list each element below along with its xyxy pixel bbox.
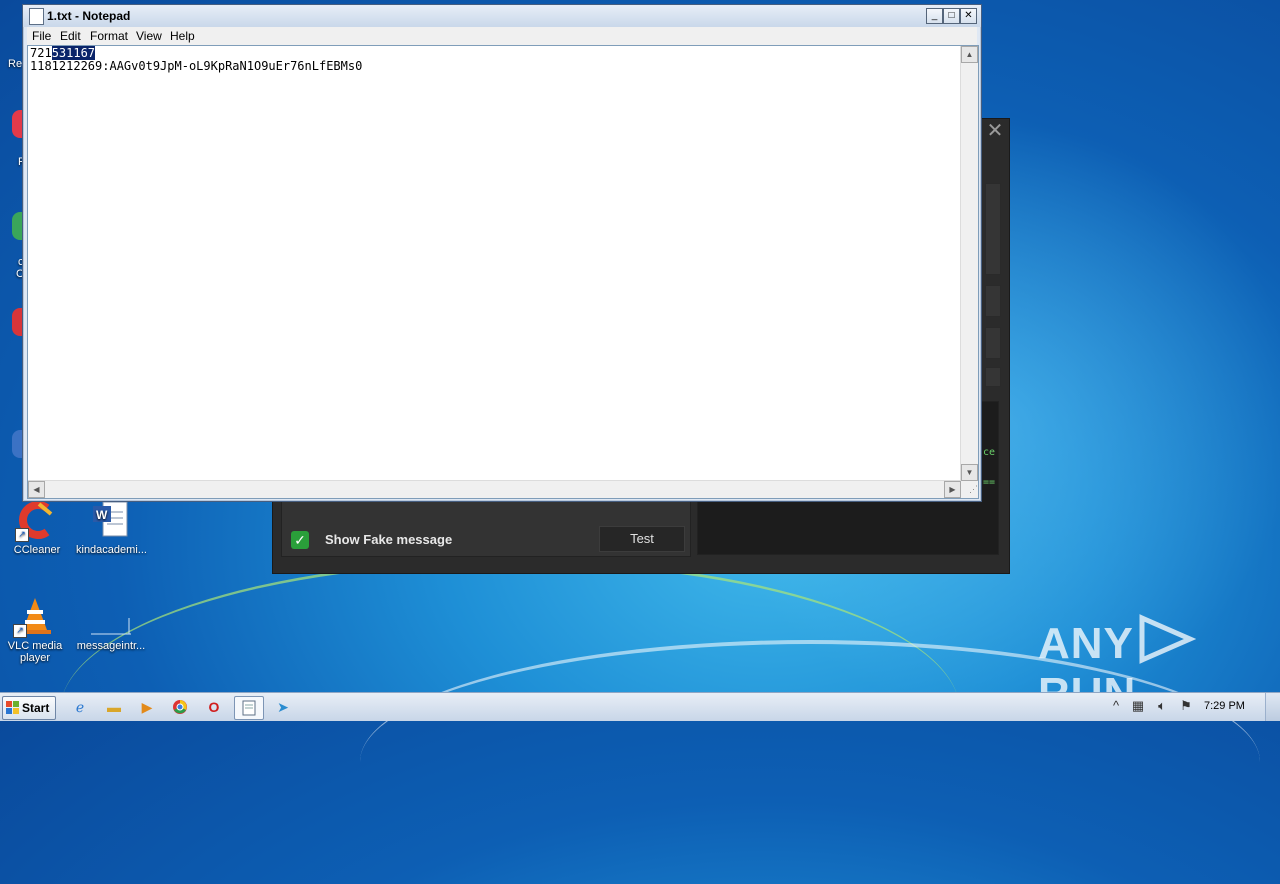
close-icon[interactable]: ✕ bbox=[985, 121, 1005, 141]
resize-grip-icon[interactable]: ⋰ bbox=[961, 481, 978, 498]
svg-text:W: W bbox=[96, 508, 108, 522]
opera-icon[interactable]: O bbox=[200, 696, 228, 718]
notepad-window: 1.txt - Notepad _ □ ✕ File Edit Format V… bbox=[22, 4, 982, 502]
close-button[interactable]: ✕ bbox=[960, 8, 977, 24]
desktop-icon-label-partial: Re bbox=[8, 58, 23, 70]
start-label: Start bbox=[22, 701, 50, 715]
action-center-flag-icon[interactable]: ⚑ bbox=[1178, 698, 1194, 714]
chrome-icon[interactable] bbox=[166, 696, 194, 718]
start-button[interactable]: Start bbox=[2, 696, 56, 720]
horizontal-scrollbar[interactable]: ◀ ▶ bbox=[28, 480, 961, 498]
windows-logo-icon bbox=[6, 701, 19, 714]
text-line-1-prefix: 721 bbox=[30, 46, 52, 60]
show-desktop-button[interactable] bbox=[1265, 693, 1280, 721]
menu-edit[interactable]: Edit bbox=[60, 29, 81, 43]
test-button[interactable]: Test bbox=[599, 526, 685, 552]
internet-explorer-icon[interactable]: ℯ bbox=[66, 696, 94, 718]
menu-file[interactable]: File bbox=[32, 29, 51, 43]
window-title: 1.txt - Notepad bbox=[47, 9, 131, 23]
desktop-icon-ccleaner[interactable]: ↗ CCleaner bbox=[2, 500, 72, 556]
show-fake-message-checkbox[interactable]: ✓ bbox=[291, 531, 309, 549]
desktop-icon-label: CCleaner bbox=[13, 544, 61, 556]
minimize-button[interactable]: _ bbox=[926, 8, 943, 24]
scrollbar[interactable] bbox=[985, 183, 1001, 275]
vertical-scrollbar[interactable]: ▲ ▼ bbox=[960, 46, 978, 481]
notepad-icon bbox=[29, 8, 44, 25]
blank-file-icon bbox=[91, 596, 131, 636]
menu-help[interactable]: Help bbox=[170, 29, 195, 43]
clock[interactable]: 7:29 PM bbox=[1204, 700, 1245, 712]
text-editor[interactable]: 721531167 1181212269:AAGv0t9JpM-oL9KpRaN… bbox=[27, 45, 979, 499]
telegram-icon[interactable]: ➤ bbox=[269, 696, 297, 718]
shortcut-arrow-icon: ↗ bbox=[13, 624, 27, 638]
code-fragment: == bbox=[983, 477, 996, 488]
check-icon: ✓ bbox=[294, 532, 306, 548]
desktop-icon-messageintr[interactable]: messageintr... bbox=[76, 596, 146, 652]
desktop-icon-label: messageintr... bbox=[76, 640, 146, 652]
watermark-left: ANY bbox=[1038, 619, 1134, 668]
field[interactable] bbox=[985, 367, 1001, 387]
show-hidden-icons-icon[interactable]: ^ bbox=[1108, 698, 1124, 714]
text-line-2: 1181212269:AAGv0t9JpM-oL9KpRaN1O9uEr76nL… bbox=[30, 59, 363, 73]
word-document-icon: W bbox=[91, 500, 131, 540]
volume-icon[interactable]: 🔈︎ bbox=[1154, 698, 1170, 714]
maximize-button[interactable]: □ bbox=[943, 8, 960, 24]
field[interactable] bbox=[985, 327, 1001, 359]
menu-view[interactable]: View bbox=[136, 29, 162, 43]
scroll-right-button[interactable]: ▶ bbox=[944, 481, 961, 498]
selected-text: 531167 bbox=[51, 46, 96, 60]
field[interactable] bbox=[985, 285, 1001, 317]
network-icon[interactable]: ▦ bbox=[1130, 698, 1146, 714]
media-player-icon[interactable]: ▶ bbox=[133, 696, 161, 718]
scroll-up-button[interactable]: ▲ bbox=[961, 46, 978, 63]
menu-bar: File Edit Format View Help bbox=[27, 27, 977, 45]
vlc-cone-icon: ↗ bbox=[13, 596, 55, 638]
desktop-icon-label: kindacademi... bbox=[76, 544, 147, 556]
folder-icon[interactable]: ▬ bbox=[100, 696, 128, 718]
notepad-icon[interactable] bbox=[234, 696, 264, 720]
desktop-icon-label: VLC media player bbox=[7, 640, 63, 664]
editor-content[interactable]: 721531167 1181212269:AAGv0t9JpM-oL9KpRaN… bbox=[30, 46, 363, 73]
scroll-down-button[interactable]: ▼ bbox=[961, 464, 978, 481]
show-fake-message-label: Show Fake message bbox=[325, 532, 453, 547]
desktop-icon-word-document[interactable]: W kindacademi... bbox=[76, 500, 147, 556]
scroll-left-button[interactable]: ◀ bbox=[28, 481, 45, 498]
play-logo-icon bbox=[1139, 614, 1197, 664]
shortcut-arrow-icon: ↗ bbox=[15, 528, 29, 542]
desktop-icon-vlc[interactable]: ↗ VLC media player bbox=[0, 596, 70, 664]
menu-format[interactable]: Format bbox=[90, 29, 128, 43]
desktop-shortcut-icon[interactable] bbox=[12, 430, 22, 458]
title-bar[interactable]: 1.txt - Notepad _ □ ✕ bbox=[23, 5, 981, 27]
code-fragment: ce bbox=[983, 447, 996, 458]
taskbar: Start ℯ ▬ ▶ O ➤ ^ ▦ 🔈︎ ⚑ 7:29 PM bbox=[0, 692, 1280, 721]
ccleaner-icon: ↗ bbox=[15, 500, 57, 542]
